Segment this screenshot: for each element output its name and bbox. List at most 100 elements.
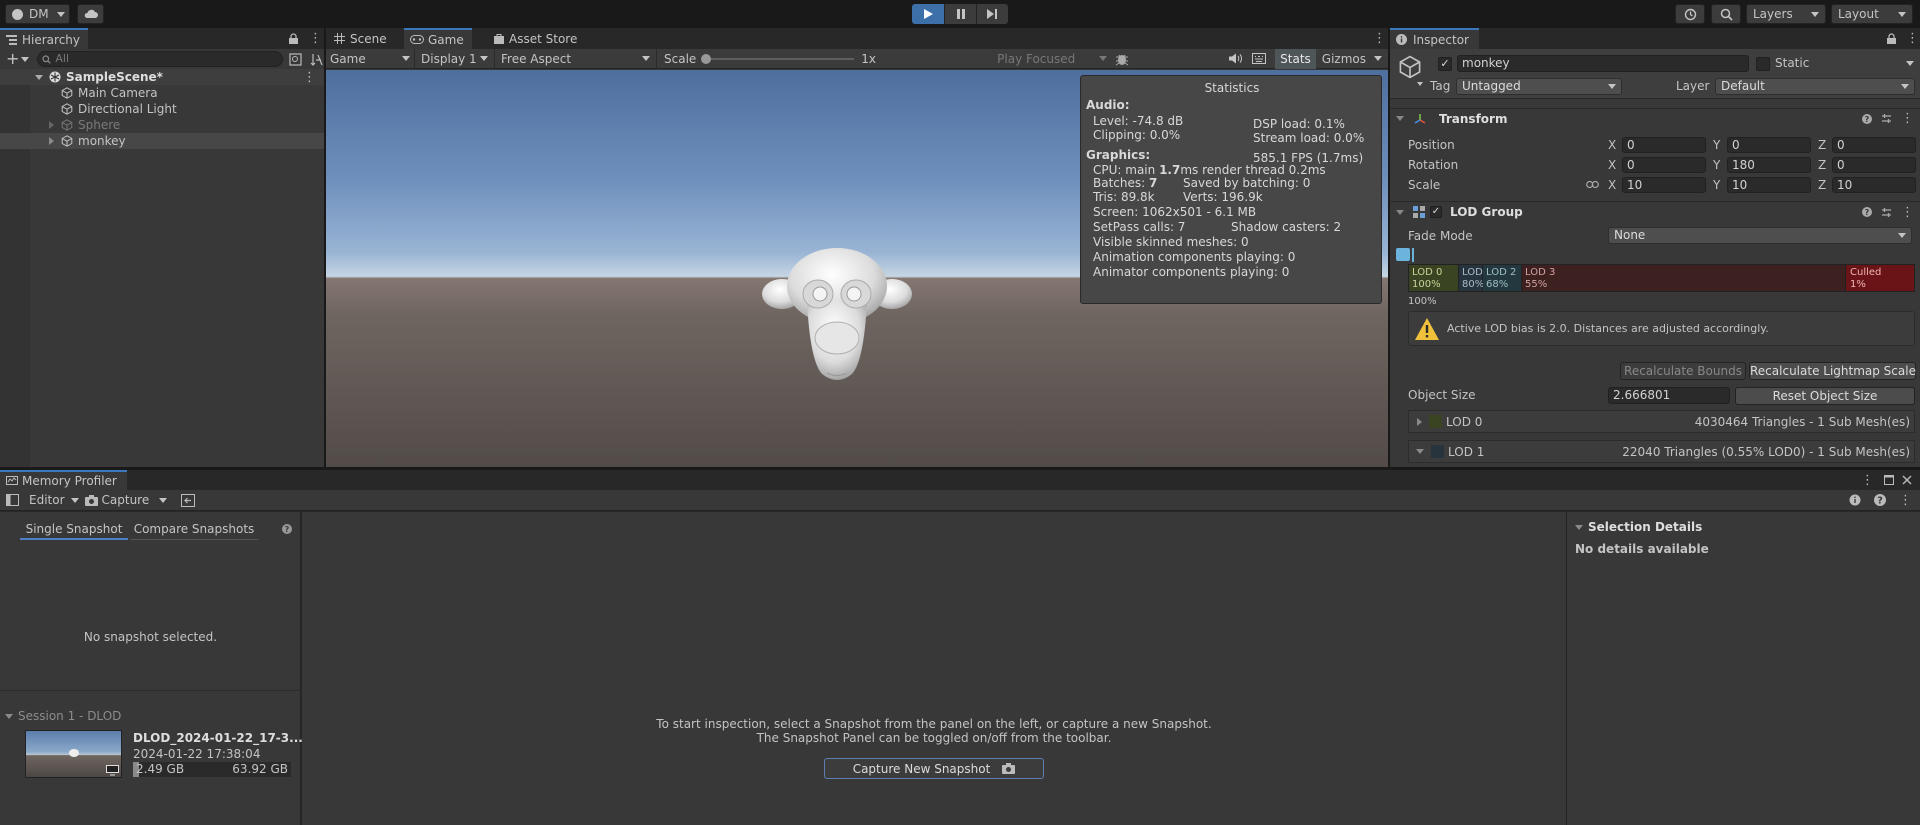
- lod-band[interactable]: LOD 3 55%: [1522, 265, 1846, 291]
- lock-icon[interactable]: [289, 33, 298, 44]
- memory-menu-icon[interactable]: ⋮: [1861, 474, 1874, 487]
- help-icon[interactable]: ?: [1862, 113, 1872, 124]
- help-icon[interactable]: ?: [1862, 207, 1872, 217]
- component-menu-icon[interactable]: ⋮: [1901, 206, 1914, 219]
- recalculate-bounds-button[interactable]: Recalculate Bounds: [1620, 362, 1746, 380]
- cloud-button[interactable]: [77, 4, 104, 24]
- aspect-dropdown[interactable]: Free Aspect: [495, 48, 657, 69]
- active-checkbox[interactable]: ✓: [1438, 57, 1452, 71]
- tab-hierarchy[interactable]: Hierarchy: [0, 28, 89, 49]
- chevron-right-icon[interactable]: [49, 137, 54, 145]
- help-icon[interactable]: ?: [1874, 494, 1886, 506]
- display-dropdown[interactable]: Display 1: [415, 48, 495, 69]
- scale-slider[interactable]: [701, 53, 855, 65]
- rotation-z-field[interactable]: 0: [1832, 157, 1916, 173]
- game-viewport[interactable]: Statistics Audio: Level: -74.8 dB DSP lo…: [326, 70, 1388, 467]
- preset-icon[interactable]: [1881, 113, 1892, 124]
- gizmos-label[interactable]: Gizmos: [1322, 52, 1366, 66]
- maximize-icon[interactable]: [1884, 475, 1894, 485]
- snapshot-item[interactable]: DLOD_2024-01-22_17-3... 2024-01-22 17:38…: [0, 727, 303, 783]
- chevron-right-icon[interactable]: [49, 121, 54, 129]
- create-button[interactable]: +: [6, 51, 30, 67]
- capture-new-snapshot-button[interactable]: Capture New Snapshot: [824, 758, 1044, 779]
- chevron-down-icon[interactable]: [1906, 61, 1914, 66]
- tab-game[interactable]: Game: [404, 28, 472, 49]
- chevron-down-icon[interactable]: [1374, 56, 1382, 61]
- info-icon[interactable]: [1849, 494, 1861, 506]
- history-button[interactable]: [1675, 4, 1705, 24]
- lod-camera-marker[interactable]: [1396, 248, 1410, 261]
- component-menu-icon[interactable]: ⋮: [1901, 112, 1914, 125]
- transform-header[interactable]: Transform ? ⋮: [1390, 108, 1920, 128]
- lod-enabled-checkbox[interactable]: ✓: [1430, 206, 1442, 218]
- lod-band[interactable]: LOD 2 68%: [1483, 265, 1522, 291]
- keyboard-icon[interactable]: [1252, 53, 1267, 64]
- scale-x-field[interactable]: 10: [1622, 177, 1706, 193]
- rotation-x-field[interactable]: 0: [1622, 157, 1706, 173]
- scene-row[interactable]: SampleScene* ⋮: [0, 69, 324, 85]
- hierarchy-item[interactable]: Main Camera: [0, 85, 324, 101]
- play-focused-dropdown[interactable]: Play Focused: [997, 52, 1108, 66]
- object-name-field[interactable]: monkey: [1457, 55, 1749, 72]
- scene-search-icon[interactable]: [289, 52, 303, 66]
- tab-single-snapshot[interactable]: Single Snapshot: [20, 520, 128, 540]
- tab-asset-store[interactable]: Asset Store: [486, 28, 585, 49]
- scale-z-field[interactable]: 10: [1832, 177, 1916, 193]
- tag-dropdown[interactable]: Untagged: [1456, 78, 1622, 95]
- recalculate-lightmap-scale-button[interactable]: Recalculate Lightmap Scale: [1749, 362, 1916, 380]
- reset-object-size-button[interactable]: Reset Object Size: [1735, 387, 1915, 405]
- selection-details-header[interactable]: Selection Details: [1575, 520, 1702, 534]
- close-icon[interactable]: [1902, 475, 1912, 485]
- position-z-field[interactable]: 0: [1832, 137, 1916, 153]
- help-icon[interactable]: ?: [282, 524, 292, 534]
- game-mode-dropdown[interactable]: Game: [326, 48, 415, 69]
- link-icon[interactable]: [1586, 180, 1599, 189]
- lod-bar[interactable]: LOD 0 100% LOD 1 80% LOD 2 68% LOD 3 55%…: [1408, 264, 1915, 292]
- game-menu-icon[interactable]: ⋮: [1373, 32, 1386, 45]
- static-checkbox[interactable]: [1756, 57, 1770, 71]
- stats-toggle[interactable]: Stats: [1275, 48, 1316, 69]
- lod-band[interactable]: LOD 1 80%: [1459, 265, 1492, 291]
- hierarchy-item[interactable]: Sphere: [0, 117, 324, 133]
- editor-target-dropdown[interactable]: Editor: [29, 493, 79, 507]
- lod-band-culled[interactable]: Culled 1%: [1846, 265, 1914, 291]
- lod-0-row[interactable]: LOD 0 4030464 Triangles - 1 Sub Mesh(es): [1408, 410, 1915, 433]
- step-button[interactable]: [976, 4, 1008, 24]
- bug-icon[interactable]: [1115, 52, 1129, 66]
- inspector-menu-icon[interactable]: ⋮: [1906, 32, 1919, 45]
- hierarchy-menu-icon[interactable]: ⋮: [309, 32, 322, 45]
- toggle-snapshot-panel-icon[interactable]: [6, 494, 19, 506]
- hierarchy-item-selected[interactable]: monkey: [0, 133, 324, 149]
- scale-slider-thumb[interactable]: [701, 53, 712, 64]
- lod-band[interactable]: LOD 0 100%: [1409, 265, 1459, 291]
- layer-dropdown[interactable]: Default: [1715, 78, 1915, 95]
- mute-audio-icon[interactable]: [1229, 53, 1243, 64]
- sort-icon[interactable]: [310, 53, 323, 66]
- lod-1-row[interactable]: LOD 1 22040 Triangles (0.55% LOD0) - 1 S…: [1408, 440, 1915, 463]
- chevron-down-icon[interactable]: [1417, 82, 1423, 86]
- tab-inspector[interactable]: Inspector: [1390, 28, 1479, 49]
- layout-dropdown[interactable]: Layout: [1831, 4, 1913, 24]
- scale-y-field[interactable]: 10: [1727, 177, 1811, 193]
- play-button[interactable]: [912, 4, 944, 24]
- preset-icon[interactable]: [1881, 207, 1892, 218]
- tab-scene[interactable]: Scene: [326, 28, 395, 49]
- position-y-field[interactable]: 0: [1727, 137, 1811, 153]
- rotation-y-field[interactable]: 180: [1727, 157, 1811, 173]
- capture-dropdown[interactable]: Capture: [84, 493, 168, 507]
- hierarchy-item[interactable]: Directional Light: [0, 101, 324, 117]
- position-x-field[interactable]: 0: [1622, 137, 1706, 153]
- tab-memory-profiler[interactable]: Memory Profiler: [0, 469, 127, 491]
- memory-toolbar-menu-icon[interactable]: ⋮: [1899, 494, 1912, 507]
- hierarchy-search-input[interactable]: All: [37, 51, 284, 67]
- session-header[interactable]: Session 1 - DLOD: [5, 709, 121, 723]
- lock-icon[interactable]: [1887, 33, 1896, 44]
- tab-compare-snapshots[interactable]: Compare Snapshots: [130, 520, 258, 540]
- pause-button[interactable]: [944, 4, 976, 24]
- layers-dropdown[interactable]: Layers: [1746, 4, 1826, 24]
- account-dropdown[interactable]: DM: [5, 4, 70, 24]
- object-size-field[interactable]: 2.666801: [1608, 387, 1730, 404]
- lod-group-header[interactable]: ✓ LOD Group ? ⋮: [1390, 201, 1920, 222]
- scene-menu-icon[interactable]: ⋮: [303, 71, 316, 84]
- import-icon[interactable]: [181, 493, 196, 507]
